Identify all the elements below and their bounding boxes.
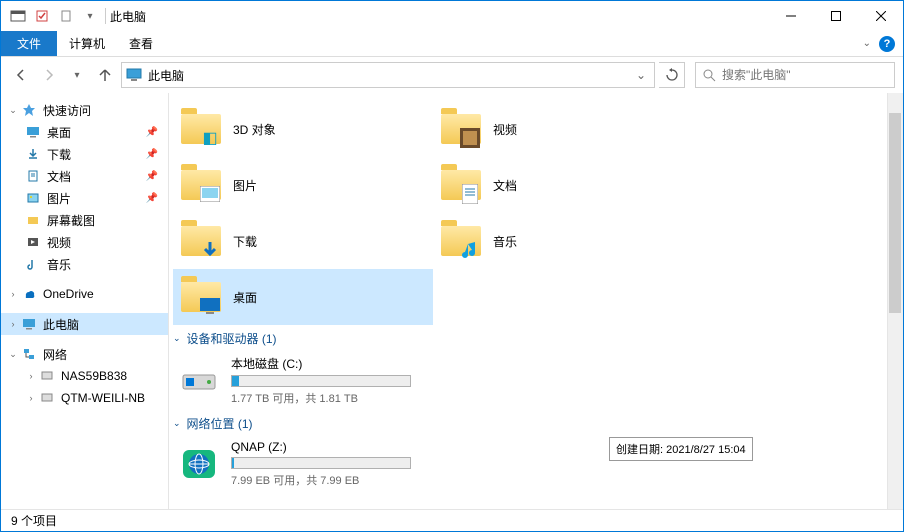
drive-c[interactable]: 本地磁盘 (C:) 1.77 TB 可用，共 1.81 TB [169, 351, 903, 410]
address-dropdown-icon[interactable]: ⌄ [632, 68, 650, 82]
video-icon [25, 234, 41, 250]
disk-icon [177, 359, 221, 403]
folder-icon [179, 275, 223, 319]
tree-this-pc[interactable]: ›此电脑 [1, 313, 168, 335]
drive-name: QNAP (Z:) [231, 440, 411, 454]
view-tab[interactable]: 查看 [117, 31, 165, 56]
pin-icon: 📌 [146, 193, 158, 204]
drive-usage-bar [231, 375, 411, 387]
tooltip: 创建日期: 2021/8/27 15:04 [609, 437, 753, 461]
drive-stats: 1.77 TB 可用，共 1.81 TB [231, 390, 411, 406]
titlebar: ▾ 此电脑 [1, 1, 903, 31]
folder-desktop[interactable]: 桌面 [173, 269, 433, 325]
pin-icon: 📌 [146, 171, 158, 182]
search-box[interactable] [695, 62, 895, 88]
folder-pictures[interactable]: 图片 [173, 157, 433, 213]
network-icon [21, 346, 37, 362]
ribbon-expand-icon[interactable]: ⌄ [863, 38, 871, 49]
tree-screenshots[interactable]: 屏幕截图 [1, 209, 168, 231]
desktop-icon [25, 124, 41, 140]
download-icon [25, 146, 41, 162]
forward-button[interactable] [37, 63, 61, 87]
qat-dropdown-icon[interactable]: ▾ [79, 5, 101, 27]
recent-dropdown-icon[interactable]: ▾ [65, 63, 89, 87]
file-tab[interactable]: 文件 [1, 31, 57, 56]
content-pane[interactable]: ◧3D 对象 视频 图片 文档 下载 音乐 桌面 ⌄设备和驱动器 (1) 本地磁… [169, 93, 903, 509]
drive-z[interactable]: QNAP (Z:) 7.99 EB 可用，共 7.99 EB [169, 436, 903, 492]
app-icon[interactable] [7, 5, 29, 27]
back-button[interactable] [9, 63, 33, 87]
help-icon[interactable]: ? [879, 36, 895, 52]
tree-onedrive[interactable]: ›OneDrive [1, 283, 168, 305]
folder-icon [25, 212, 41, 228]
tree-pictures[interactable]: 图片📌 [1, 187, 168, 209]
title-text: 此电脑 [110, 8, 146, 25]
tree-music[interactable]: 音乐 [1, 253, 168, 275]
folder-icon [439, 219, 483, 263]
document-icon [25, 168, 41, 184]
folder-icon: ◧ [179, 107, 223, 151]
qat-properties-icon[interactable] [31, 5, 53, 27]
navigation-bar: ▾ 此电脑 ⌄ [1, 57, 903, 93]
address-bar[interactable]: 此电脑 ⌄ [121, 62, 655, 88]
scrollbar[interactable] [887, 93, 903, 509]
search-input[interactable] [722, 68, 888, 82]
picture-icon [25, 190, 41, 206]
folder-icon [179, 219, 223, 263]
statusbar: 9 个项目 [1, 509, 903, 531]
ribbon: 文件 计算机 查看 ⌄ ? [1, 31, 903, 57]
tree-nas[interactable]: ›NAS59B838 [1, 365, 168, 387]
qat-new-icon[interactable] [55, 5, 77, 27]
music-icon [25, 256, 41, 272]
tree-qtm[interactable]: ›QTM-WEILI-NB [1, 387, 168, 409]
drive-usage-bar [231, 457, 411, 469]
tree-quick-access[interactable]: ⌄快速访问 [1, 99, 168, 121]
monitor-icon [126, 67, 142, 83]
item-count: 9 个项目 [11, 512, 57, 529]
star-icon [21, 102, 37, 118]
network-drive-icon [177, 442, 221, 486]
monitor-icon [21, 316, 37, 332]
tree-desktop[interactable]: 桌面📌 [1, 121, 168, 143]
address-text: 此电脑 [148, 67, 632, 84]
folder-icon [439, 107, 483, 151]
maximize-button[interactable] [813, 1, 858, 31]
computer-icon [39, 368, 55, 384]
drive-name: 本地磁盘 (C:) [231, 355, 411, 372]
pin-icon: 📌 [146, 149, 158, 160]
minimize-button[interactable] [768, 1, 813, 31]
folder-icon [439, 163, 483, 207]
search-icon [702, 68, 716, 82]
folder-documents[interactable]: 文档 [433, 157, 693, 213]
separator [105, 8, 106, 24]
group-network[interactable]: ⌄网络位置 (1) [169, 410, 903, 436]
drive-stats: 7.99 EB 可用，共 7.99 EB [231, 472, 411, 488]
tree-videos[interactable]: 视频 [1, 231, 168, 253]
window-controls [768, 1, 903, 31]
computer-tab[interactable]: 计算机 [57, 31, 117, 56]
folder-3d-objects[interactable]: ◧3D 对象 [173, 101, 433, 157]
cloud-icon [21, 286, 37, 302]
folder-music[interactable]: 音乐 [433, 213, 693, 269]
quick-access-toolbar: ▾ [7, 5, 101, 27]
folder-downloads[interactable]: 下载 [173, 213, 433, 269]
navigation-pane[interactable]: ⌄快速访问 桌面📌 下载📌 文档📌 图片📌 屏幕截图 视频 音乐 ›OneDri… [1, 93, 169, 509]
folder-videos[interactable]: 视频 [433, 101, 693, 157]
tree-documents[interactable]: 文档📌 [1, 165, 168, 187]
up-button[interactable] [93, 63, 117, 87]
close-button[interactable] [858, 1, 903, 31]
computer-icon [39, 390, 55, 406]
tree-network[interactable]: ⌄网络 [1, 343, 168, 365]
refresh-button[interactable] [659, 62, 685, 88]
pin-icon: 📌 [146, 127, 158, 138]
tree-downloads[interactable]: 下载📌 [1, 143, 168, 165]
folder-icon [179, 163, 223, 207]
group-devices[interactable]: ⌄设备和驱动器 (1) [169, 325, 903, 351]
